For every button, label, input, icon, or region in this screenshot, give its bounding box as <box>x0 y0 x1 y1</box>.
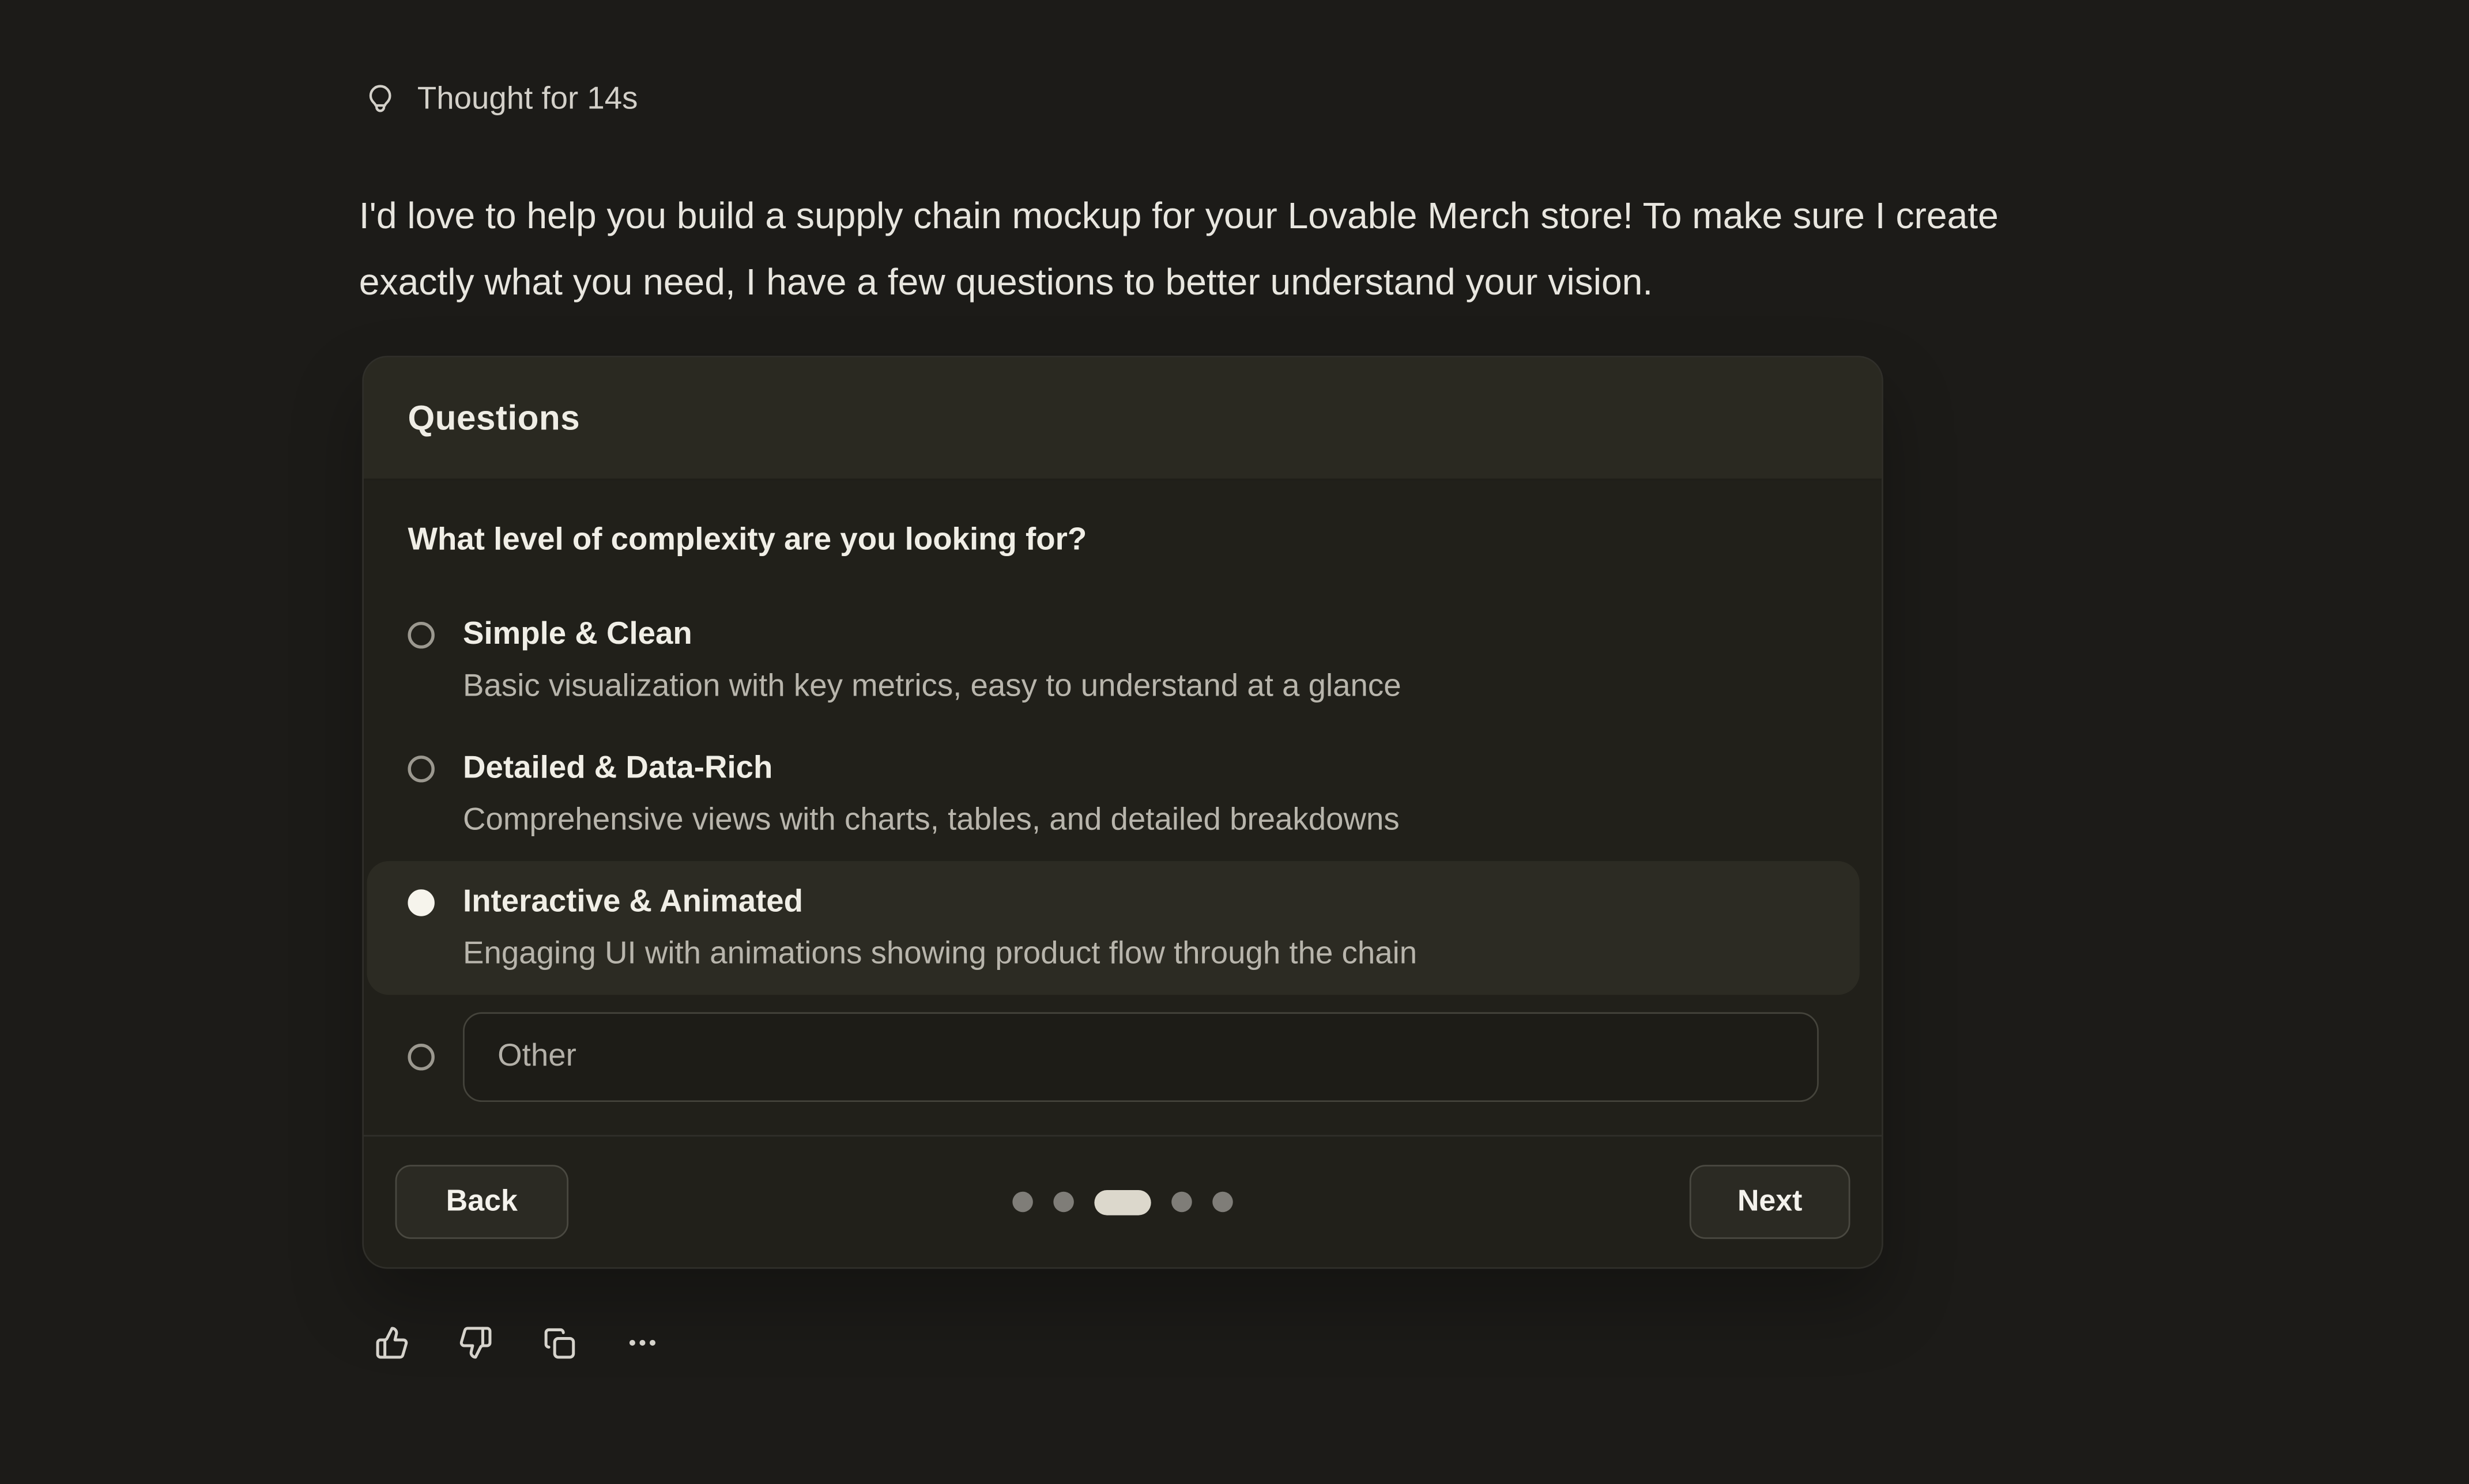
thumbs-up-button[interactable] <box>375 1326 409 1360</box>
assistant-message: I'd love to help you build a supply chai… <box>359 183 2249 315</box>
option-other[interactable] <box>367 995 1859 1119</box>
options-list: Simple & Clean Basic visualization with … <box>408 594 1837 1119</box>
radio-unselected-icon[interactable] <box>408 1044 434 1070</box>
option-simple-clean[interactable]: Simple & Clean Basic visualization with … <box>367 594 1859 727</box>
thought-toggle[interactable]: Thought for 14s <box>364 82 638 118</box>
thumbs-up-icon <box>375 1326 409 1360</box>
option-title: Interactive & Animated <box>463 878 1417 926</box>
pagination-dot <box>1053 1192 1074 1213</box>
questions-card: Questions What level of complexity are y… <box>362 356 1883 1268</box>
option-description: Engaging UI with animations showing prod… <box>463 930 1417 977</box>
message-line: exactly what you need, I have a few ques… <box>359 249 2249 315</box>
more-icon <box>625 1326 659 1360</box>
pagination-dot <box>1212 1192 1233 1213</box>
questions-card-body: What level of complexity are you looking… <box>364 480 1882 1119</box>
message-actions <box>375 1326 659 1360</box>
option-description: Basic visualization with key metrics, ea… <box>463 663 1401 710</box>
radio-unselected-icon[interactable] <box>408 756 434 782</box>
option-detailed-data-rich[interactable]: Detailed & Data-Rich Comprehensive views… <box>367 727 1859 861</box>
copy-icon <box>542 1326 576 1360</box>
card-title: Questions <box>408 398 580 439</box>
lightbulb-icon <box>364 84 397 116</box>
pagination-dot <box>1012 1192 1033 1213</box>
option-description: Comprehensive views with charts, tables,… <box>463 796 1400 844</box>
question-text: What level of complexity are you looking… <box>408 518 1837 562</box>
pagination-dot <box>1171 1192 1192 1213</box>
pagination-dot-active <box>1094 1190 1151 1215</box>
message-line: I'd love to help you build a supply chai… <box>359 183 2249 249</box>
chat-message-area: Thought for 14s I'd love to help you bui… <box>0 0 2469 1484</box>
other-option-input[interactable] <box>463 1012 1819 1102</box>
questions-card-header: Questions <box>364 357 1882 480</box>
more-options-button[interactable] <box>625 1326 659 1360</box>
pagination-dots <box>1012 1190 1232 1215</box>
thought-label: Thought for 14s <box>417 82 638 118</box>
option-title: Simple & Clean <box>463 611 1401 658</box>
option-interactive-animated[interactable]: Interactive & Animated Engaging UI with … <box>367 861 1859 995</box>
radio-selected-icon[interactable] <box>408 889 434 916</box>
option-title: Detailed & Data-Rich <box>463 745 1400 792</box>
radio-unselected-icon[interactable] <box>408 622 434 648</box>
copy-button[interactable] <box>542 1326 576 1360</box>
card-footer: Back Next <box>364 1135 1882 1267</box>
next-button[interactable]: Next <box>1690 1165 1850 1238</box>
thumbs-down-icon <box>458 1326 493 1360</box>
back-button[interactable]: Back <box>395 1165 568 1238</box>
thumbs-down-button[interactable] <box>458 1326 493 1360</box>
